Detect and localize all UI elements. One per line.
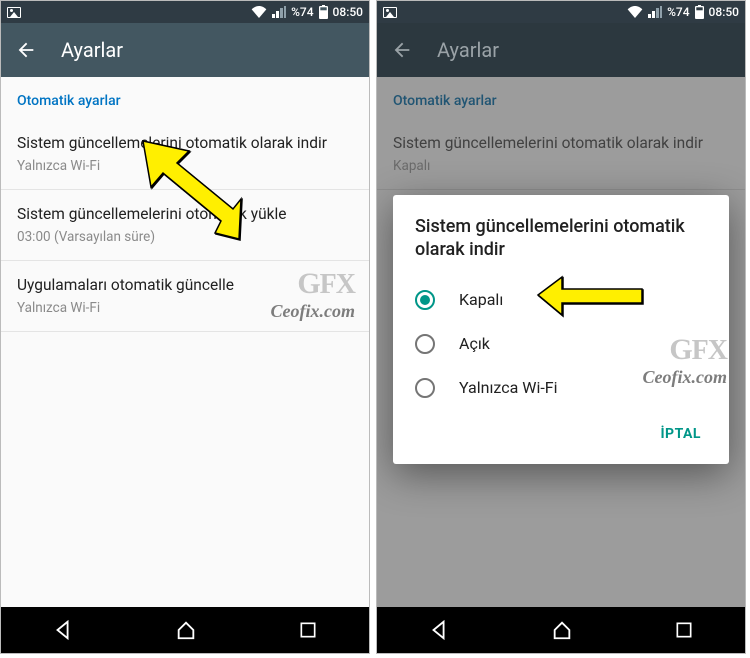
back-icon[interactable]	[15, 39, 37, 61]
nav-home-icon[interactable]	[551, 619, 573, 641]
picture-icon	[383, 7, 397, 18]
section-header: Otomatik ayarlar	[377, 77, 745, 119]
dialog-title: Sistem güncellemelerini otomatik olarak …	[415, 215, 707, 262]
setting-app-auto-update[interactable]: Uygulamaları otomatik güncelle Yalnızca …	[1, 261, 369, 332]
app-bar: Ayarlar	[1, 23, 369, 77]
section-header: Otomatik ayarlar	[1, 77, 369, 119]
nav-bar	[377, 607, 745, 653]
setting-subtitle: Yalnızca Wi-Fi	[17, 300, 353, 316]
clock: 08:50	[333, 5, 363, 19]
battery-icon	[319, 5, 328, 19]
phone-left: %74 08:50 Ayarlar Otomatik ayarlar Siste…	[0, 0, 370, 654]
wifi-icon	[627, 6, 643, 18]
radio-label: Yalnızca Wi-Fi	[459, 378, 558, 397]
content-area: Otomatik ayarlar Sistem güncellemelerini…	[1, 77, 369, 607]
radio-label: Kapalı	[459, 290, 503, 309]
nav-back-icon[interactable]	[428, 619, 450, 641]
setting-auto-download[interactable]: Sistem güncellemelerini otomatik olarak …	[1, 119, 369, 190]
signal-icon	[272, 6, 286, 18]
cancel-button[interactable]: İPTAL	[654, 418, 707, 450]
page-title: Ayarlar	[61, 38, 123, 62]
setting-title: Sistem güncellemelerini otomatik olarak …	[393, 133, 729, 154]
clock: 08:50	[709, 5, 739, 19]
picture-icon	[7, 7, 21, 18]
radio-option-wifi-only[interactable]: Yalnızca Wi-Fi	[415, 366, 707, 410]
status-bar: %74 08:50	[377, 1, 745, 23]
setting-auto-install[interactable]: Sistem güncellemelerini otomatik yükle 0…	[1, 190, 369, 261]
setting-title: Uygulamaları otomatik güncelle	[17, 275, 353, 296]
setting-title: Sistem güncellemelerini otomatik olarak …	[17, 133, 353, 154]
nav-bar	[1, 607, 369, 653]
radio-icon	[415, 334, 435, 354]
dialog-auto-download: Sistem güncellemelerini otomatik olarak …	[393, 195, 729, 464]
battery-percent: %74	[667, 5, 689, 19]
setting-auto-download: Sistem güncellemelerini otomatik olarak …	[377, 119, 745, 190]
radio-option-off[interactable]: Kapalı	[415, 278, 707, 322]
radio-label: Açık	[459, 334, 490, 353]
app-bar: Ayarlar	[377, 23, 745, 77]
back-icon[interactable]	[391, 39, 413, 61]
nav-recent-icon[interactable]	[298, 620, 318, 640]
nav-recent-icon[interactable]	[674, 620, 694, 640]
setting-subtitle: Kapalı	[393, 158, 729, 174]
page-title: Ayarlar	[437, 38, 499, 62]
battery-percent: %74	[291, 5, 313, 19]
nav-back-icon[interactable]	[52, 619, 74, 641]
setting-subtitle: Yalnızca Wi-Fi	[17, 158, 353, 174]
wifi-icon	[251, 6, 267, 18]
setting-subtitle: 03:00 (Varsayılan süre)	[17, 229, 353, 245]
signal-icon	[648, 6, 662, 18]
radio-icon	[415, 378, 435, 398]
status-bar: %74 08:50	[1, 1, 369, 23]
phone-right: %74 08:50 Ayarlar Otomatik ayarlar Siste…	[376, 0, 746, 654]
dialog-actions: İPTAL	[415, 410, 707, 456]
radio-icon	[415, 290, 435, 310]
radio-option-on[interactable]: Açık	[415, 322, 707, 366]
battery-icon	[695, 5, 704, 19]
setting-title: Sistem güncellemelerini otomatik yükle	[17, 204, 353, 225]
nav-home-icon[interactable]	[175, 619, 197, 641]
